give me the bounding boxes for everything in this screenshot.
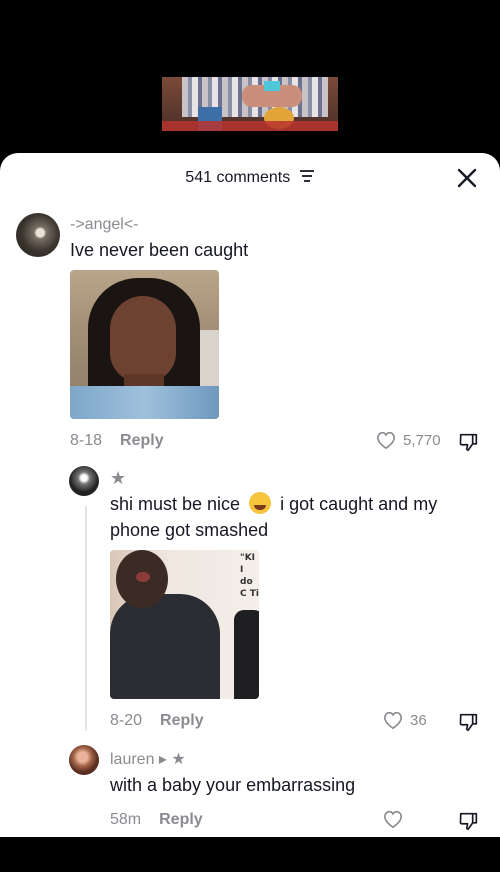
crying-emoji-icon [249, 492, 272, 514]
image-person [234, 610, 259, 699]
like-button[interactable] [382, 809, 410, 829]
like-count: 36 [410, 711, 427, 729]
comment-image[interactable] [70, 270, 219, 419]
comment-date: 58m [110, 811, 142, 828]
comment-username[interactable]: lauren ▸ ★ [110, 749, 186, 769]
comment-meta: 8-20 Reply [110, 712, 204, 730]
bottom-bar [0, 837, 500, 872]
reply-button[interactable]: Reply [159, 811, 203, 828]
thread-line [85, 506, 87, 731]
comment-count: 541 comments [185, 169, 291, 186]
dislike-icon[interactable] [458, 711, 480, 733]
image-caption: "KI I do C Ti [240, 552, 259, 600]
caption-line: I do [240, 565, 253, 587]
comment-meta: 8-18 Reply [70, 432, 164, 450]
image-jacket [110, 594, 220, 699]
comment-text: Ive never been caught [70, 240, 249, 260]
image-face [110, 296, 176, 382]
video-thumbnail[interactable] [162, 77, 338, 131]
heart-icon [383, 810, 403, 829]
comment-image[interactable]: "KI I do C Ti [110, 550, 259, 699]
avatar[interactable] [16, 213, 60, 257]
filter-icon[interactable] [299, 169, 315, 183]
avatar[interactable] [69, 466, 99, 496]
reply-button[interactable]: Reply [160, 712, 204, 729]
video-phone [264, 81, 280, 91]
image-shirt [70, 386, 219, 419]
comment-text-part: shi must be nice [110, 494, 241, 514]
image-background [197, 330, 219, 390]
image-mouth [136, 572, 150, 582]
comment-date: 8-18 [70, 432, 103, 449]
comment-username[interactable]: ★ [110, 468, 126, 489]
comment-text: with a baby your embarrassing [110, 775, 356, 795]
caption-line: "KI [240, 553, 256, 563]
comments-sheet: 541 comments ->angel<- Ive never been ca… [0, 153, 500, 837]
heart-icon [376, 431, 396, 450]
caption-line: C Ti [240, 589, 259, 599]
like-count: 5,770 [403, 431, 441, 449]
comment-date: 8-20 [110, 712, 143, 729]
comment-username[interactable]: ->angel<- [70, 216, 139, 234]
heart-icon [383, 711, 403, 730]
like-button[interactable]: 5,770 [375, 430, 441, 450]
close-icon[interactable] [456, 167, 478, 189]
video-bar [162, 121, 338, 131]
comment-meta: 58m Reply [110, 811, 203, 829]
avatar[interactable] [69, 745, 99, 775]
like-button[interactable]: 36 [382, 710, 427, 730]
comment-text: shi must be nice i got caught and my pho… [110, 491, 480, 543]
reply-button[interactable]: Reply [120, 432, 164, 449]
dislike-icon[interactable] [458, 431, 480, 453]
comments-header: 541 comments [0, 169, 500, 191]
dislike-icon[interactable] [458, 810, 480, 832]
